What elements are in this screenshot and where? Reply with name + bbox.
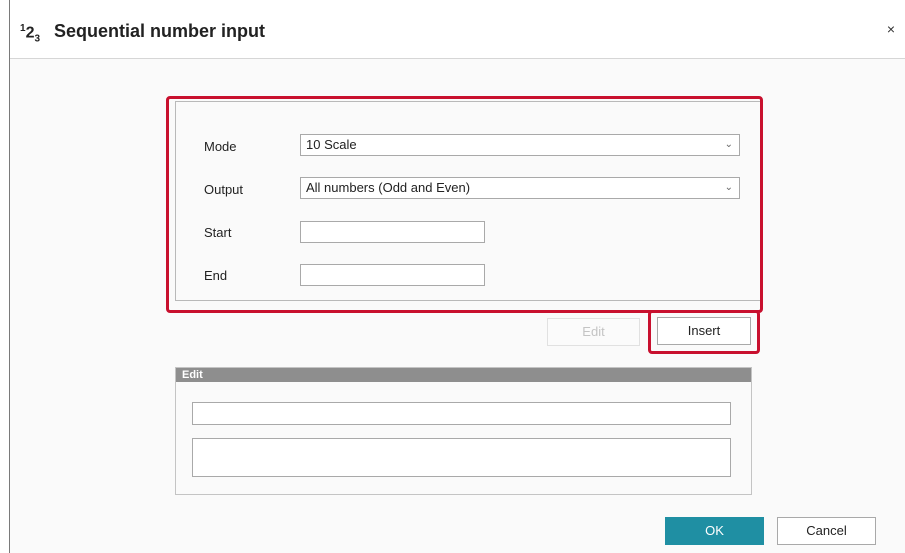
dialog-title: Sequential number input: [54, 21, 266, 41]
end-input[interactable]: [300, 264, 485, 286]
edit-button[interactable]: Edit: [547, 318, 640, 346]
sequential-number-icon: 123: [20, 23, 41, 45]
start-label: Start: [204, 225, 232, 240]
edit-panel-header: Edit: [176, 368, 751, 382]
mode-label: Mode: [204, 139, 237, 154]
end-label: End: [204, 268, 228, 283]
sequential-number-dialog: 123 Sequential number input × Mode 10 Sc…: [9, 0, 905, 553]
edit-field-multi[interactable]: [192, 438, 731, 477]
insert-button[interactable]: Insert: [657, 317, 751, 345]
close-icon[interactable]: ×: [884, 22, 898, 36]
edit-field-single[interactable]: [192, 402, 731, 425]
start-input[interactable]: [300, 221, 485, 243]
mode-select-value: 10 Scale: [306, 137, 357, 152]
cancel-button[interactable]: Cancel: [777, 517, 876, 545]
title-bar: 123 Sequential number input ×: [10, 0, 905, 59]
output-label: Output: [204, 182, 244, 197]
chevron-down-icon: ⌄: [724, 139, 733, 150]
mode-select[interactable]: 10 Scale ⌄: [300, 134, 740, 156]
parameters-panel: Mode 10 Scale ⌄ Output All numbers (Odd …: [175, 101, 761, 301]
output-select[interactable]: All numbers (Odd and Even) ⌄: [300, 177, 740, 199]
edit-panel: Edit: [175, 367, 752, 495]
output-select-value: All numbers (Odd and Even): [306, 180, 471, 195]
ok-button[interactable]: OK: [665, 517, 764, 545]
chevron-down-icon: ⌄: [724, 182, 733, 193]
